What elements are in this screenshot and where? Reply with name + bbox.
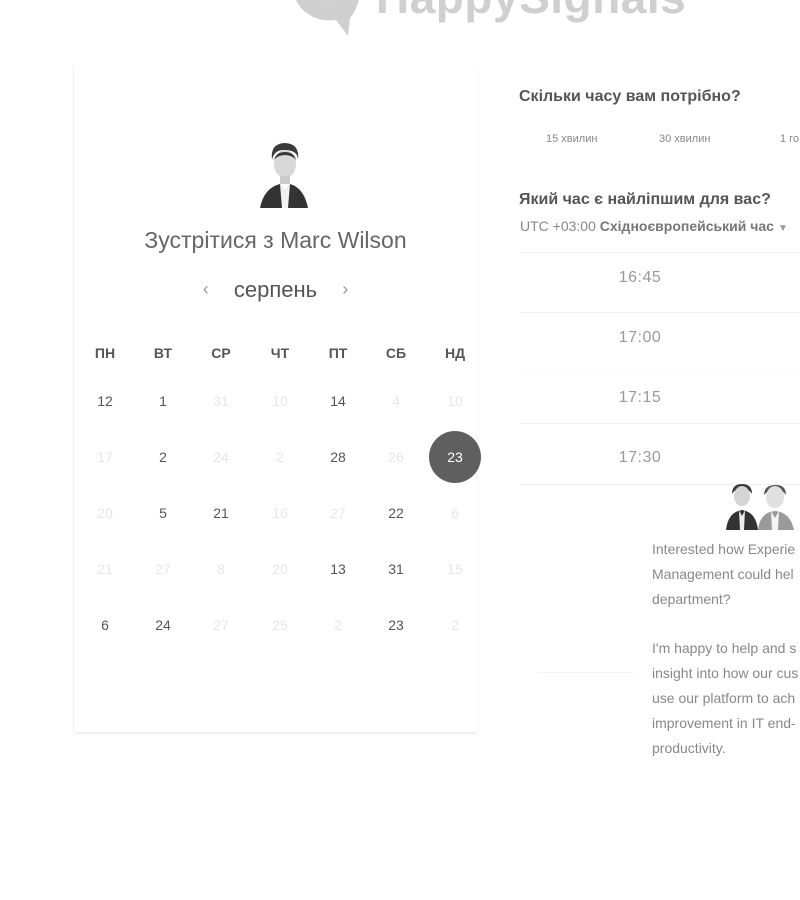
time-slot-label: 16:45 — [618, 269, 662, 286]
promo-line: insight into how our cus — [652, 665, 799, 682]
promo-line: I'm happy to help and s — [652, 640, 797, 657]
calendar-day[interactable]: 12 — [76, 386, 134, 416]
month-label: серпень — [233, 277, 318, 302]
calendar-week: 6 24 27 25 2 23 2 — [76, 610, 482, 640]
calendar-week: 20 5 21 16 27 22 6 — [76, 498, 482, 528]
team-avatars — [726, 484, 794, 530]
host-avatar — [260, 143, 308, 208]
chevron-right-icon[interactable]: › — [335, 279, 355, 300]
calendar-day-disabled: 2 — [334, 617, 342, 633]
weekday-label: ВТ — [153, 345, 173, 361]
calendar-day[interactable]: 23 — [367, 610, 425, 640]
calendar-day[interactable]: 22 — [367, 498, 425, 528]
calendar-day-disabled: 26 — [388, 449, 404, 465]
calendar-day-disabled: 27 — [213, 617, 229, 633]
time-slot-label: 17:00 — [618, 329, 662, 346]
calendar-day[interactable]: 21 — [192, 498, 250, 528]
calendar-day-disabled: 24 — [213, 449, 229, 465]
calendar-week: 17 2 24 2 28 26 23 — [76, 431, 482, 483]
time-slot-label: 17:15 — [618, 389, 662, 406]
chevron-left-icon[interactable]: ‹ — [196, 279, 216, 300]
timezone-offset: UTC +03:00 — [520, 218, 596, 234]
calendar-day[interactable]: 13 — [309, 554, 367, 584]
promo-line: department? — [652, 590, 731, 607]
weekday-label: НД — [444, 345, 466, 361]
calendar-day-disabled: 10 — [447, 393, 463, 409]
calendar-day-disabled: 8 — [217, 561, 225, 577]
caret-down-icon: ▼ — [777, 223, 788, 234]
calendar-day-disabled: 21 — [97, 561, 113, 577]
promo-line: improvement in IT end- — [652, 714, 796, 731]
calendar-day-disabled: 10 — [272, 393, 288, 409]
calendar-day-disabled: 27 — [330, 505, 346, 521]
meeting-title: Зустрітися з Marc Wilson — [144, 227, 407, 253]
time-question: Який час є найліпшим для вас? — [519, 191, 771, 208]
calendar-day-disabled: 4 — [392, 393, 400, 409]
promo-line: Management could hel — [652, 565, 794, 582]
duration-option-30[interactable]: 30 хвилин — [659, 133, 710, 145]
calendar-day-disabled: 20 — [97, 505, 113, 521]
calendar-day-selected[interactable]: 23 — [429, 431, 481, 483]
calendar-day-disabled: 27 — [155, 561, 171, 577]
calendar-day[interactable]: 14 — [309, 386, 367, 416]
weekday-label: ПН — [94, 345, 116, 361]
timezone-name: Східноєвропейський час — [599, 218, 774, 234]
duration-option-15[interactable]: 15 хвилин — [546, 133, 597, 145]
calendar-day[interactable]: 2 — [134, 442, 192, 472]
calendar-day-disabled: 25 — [272, 617, 288, 633]
month-navigation: ‹ серпень › — [74, 277, 477, 307]
time-slot[interactable]: 16:45 — [520, 252, 800, 311]
speech-bubble-logo-icon — [295, 0, 359, 36]
calendar-day[interactable]: 28 — [309, 442, 367, 472]
calendar-day[interactable]: 31 — [367, 554, 425, 584]
weekday-label: ПТ — [328, 345, 348, 361]
calendar-day-disabled: 20 — [272, 561, 288, 577]
promo-text: Interested how Experie Management could … — [652, 537, 800, 785]
weekday-label: СБ — [385, 345, 407, 361]
weekday-label: СР — [211, 345, 231, 361]
promo-paragraph: Interested how Experie Management could … — [652, 537, 800, 611]
promo-line: use our platform to ach — [652, 689, 796, 706]
calendar-day-disabled: 6 — [451, 505, 459, 521]
calendar-day-disabled: 31 — [213, 393, 229, 409]
weekday-label: ЧТ — [270, 345, 290, 361]
promo-line: productivity. — [652, 739, 726, 756]
calendar-day[interactable]: 24 — [134, 610, 192, 640]
promo-paragraph: I'm happy to help and s insight into how… — [652, 636, 800, 760]
calendar-day-disabled: 16 — [272, 505, 288, 521]
time-slot[interactable]: 17:00 — [520, 312, 800, 371]
calendar-day-disabled: 17 — [97, 449, 113, 465]
divider — [538, 672, 634, 673]
timezone-select[interactable]: UTC +03:00 Східноєвропейський час ▼ — [520, 218, 788, 234]
calendar-week: 12 1 31 10 14 4 10 — [76, 386, 482, 416]
promo-line: Interested how Experie — [652, 541, 796, 557]
duration-question: Скільки часу вам потрібно? — [519, 88, 741, 105]
duration-option-60[interactable]: 1 го — [780, 133, 799, 145]
calendar-card: Зустрітися з Marc Wilson ‹ серпень › ПН … — [74, 66, 481, 732]
calendar-day-disabled: 15 — [447, 561, 463, 577]
weekday-header: ПН ВТ СР ЧТ ПТ СБ НД — [76, 338, 482, 368]
brand-logo: HappySignals — [290, 0, 710, 40]
calendar-day-disabled: 2 — [276, 449, 284, 465]
calendar-day[interactable]: 1 — [134, 386, 192, 416]
calendar-week: 21 27 8 20 13 31 15 — [76, 554, 482, 584]
calendar-day[interactable]: 5 — [134, 498, 192, 528]
time-slot[interactable]: 17:30 — [520, 423, 800, 485]
time-slot-label: 17:30 — [618, 449, 662, 466]
calendar-day[interactable]: 6 — [76, 610, 134, 640]
logo-text: HappySignals — [376, 0, 686, 24]
calendar-day-disabled: 2 — [451, 617, 459, 633]
